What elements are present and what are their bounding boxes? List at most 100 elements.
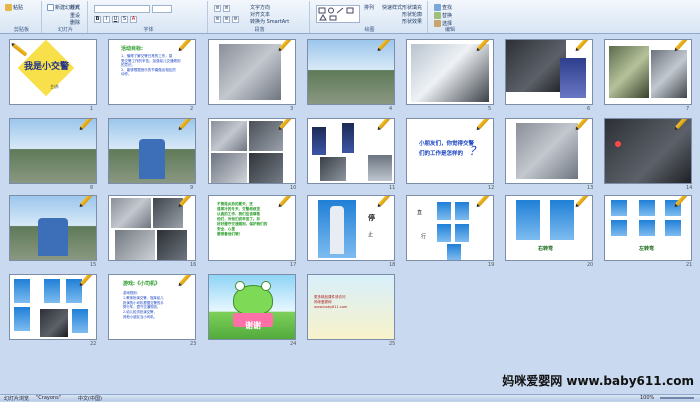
reset-button[interactable]: 重设 bbox=[70, 12, 80, 19]
gesture-photo bbox=[611, 200, 627, 216]
delete-button[interactable]: 删除 bbox=[70, 19, 80, 26]
slide-thumbnail-5[interactable] bbox=[406, 39, 494, 105]
paragraph-label: 段落 bbox=[254, 27, 265, 33]
pencil-icon bbox=[378, 196, 392, 207]
slide-thumbnail-10[interactable] bbox=[208, 118, 296, 184]
pencil-icon bbox=[477, 196, 491, 207]
slide-thumbnail-23[interactable]: 游戏:《小司机》 游戏规则: 1.教师扮演交警，指挥幼儿 扮演的小司机根据交警的… bbox=[108, 274, 196, 340]
zoom-level[interactable]: 100% bbox=[640, 395, 654, 401]
slide-thumbnail-7[interactable] bbox=[604, 39, 692, 105]
slide-subtitle: 主讲: bbox=[50, 84, 60, 89]
align-center-button[interactable]: ≡ bbox=[223, 16, 230, 23]
traffic-police-photo bbox=[219, 44, 281, 100]
numbering-button[interactable]: ≡ bbox=[223, 5, 230, 12]
replace-button[interactable]: 替换 bbox=[434, 12, 452, 19]
slide-thumbnail-1[interactable]: 我是小交警 主讲: bbox=[9, 39, 97, 105]
slide-thumbnail-15[interactable] bbox=[9, 195, 97, 261]
slides-label: 幻灯片 bbox=[57, 27, 73, 33]
pencil-icon bbox=[12, 43, 28, 57]
layout-button[interactable]: 版式 bbox=[70, 4, 80, 11]
traffic-police-photo bbox=[516, 123, 578, 179]
align-right-button[interactable]: ≡ bbox=[232, 16, 239, 23]
slide-thumbnail-13[interactable] bbox=[505, 118, 593, 184]
frog-eye bbox=[261, 281, 271, 291]
gesture-photo bbox=[455, 202, 469, 220]
gesture-photo bbox=[72, 309, 88, 333]
italic-button[interactable]: I bbox=[103, 16, 110, 23]
shape-effects-button[interactable]: 形状效果 bbox=[402, 18, 422, 25]
shapes-gallery-icon bbox=[318, 7, 354, 21]
align-text-button[interactable]: 对齐文本 bbox=[250, 11, 270, 18]
police-figure bbox=[330, 206, 344, 254]
pencil-icon bbox=[378, 119, 392, 130]
shape-outline-button[interactable]: 形状轮廓 bbox=[402, 11, 422, 18]
slide-thumbnail-6[interactable] bbox=[505, 39, 593, 105]
slide-number: 20 bbox=[587, 262, 594, 268]
police-figure bbox=[38, 218, 68, 256]
slide-number: 21 bbox=[686, 262, 693, 268]
bullets-button[interactable]: ≡ bbox=[214, 5, 221, 12]
font-name-combo[interactable] bbox=[94, 5, 150, 13]
slide-thumbnail-14[interactable] bbox=[604, 118, 692, 184]
theme-status: "Crayons" bbox=[36, 395, 62, 401]
slide-title: 游戏:《小司机》 bbox=[123, 281, 161, 287]
traffic-police-photo bbox=[320, 157, 346, 181]
shape-fill-button[interactable]: 形状填充 bbox=[402, 4, 422, 11]
traffic-police-photo bbox=[560, 58, 586, 98]
slide-thumbnail-20[interactable]: 右转弯 bbox=[505, 195, 593, 261]
slide-body: 1、懂得了解交警日常的工作，感 受交警工作的辛苦。加强幼儿交通规则 的意识。 2… bbox=[121, 54, 181, 76]
font-color-button[interactable]: A bbox=[130, 16, 137, 23]
gesture-label: 止 bbox=[368, 232, 374, 238]
shapes-gallery[interactable] bbox=[316, 5, 360, 23]
slide-thumbnail-22[interactable] bbox=[9, 274, 97, 340]
slide-thumbnail-3[interactable] bbox=[208, 39, 296, 105]
underline-button[interactable]: U bbox=[112, 16, 119, 23]
slide-thumbnail-16[interactable] bbox=[108, 195, 196, 261]
text-direction-button[interactable]: 文字方向 bbox=[250, 4, 270, 11]
slide-number: 19 bbox=[488, 262, 495, 268]
slide-thumbnail-25[interactable]: 更多精品课件请访问 妈咪爱婴网 www.baby611.com bbox=[307, 274, 395, 340]
paragraph-group: ≡ ≡ ≡ ≡ ≡ 文字方向 对齐文本 转换为 SmartArt 段落 bbox=[210, 1, 310, 33]
editing-label: 编辑 bbox=[444, 27, 455, 33]
slide-number: 5 bbox=[488, 106, 492, 112]
zoom-slider[interactable] bbox=[660, 397, 694, 399]
traffic-police-photo bbox=[308, 40, 394, 104]
traffic-police-photo bbox=[10, 119, 96, 183]
align-left-button[interactable]: ≡ bbox=[214, 16, 221, 23]
slide-thumbnail-8[interactable] bbox=[9, 118, 97, 184]
slide-number: 24 bbox=[290, 341, 297, 347]
gesture-photo bbox=[437, 224, 451, 242]
drawing-label: 绘图 bbox=[364, 27, 375, 33]
quick-styles-button[interactable]: 快速样式 bbox=[382, 4, 402, 11]
arrange-button[interactable]: 排列 bbox=[364, 4, 374, 11]
slide-number: 2 bbox=[190, 106, 194, 112]
slide-thumbnail-2[interactable]: 活动目标: 1、懂得了解交警日常的工作，感 受交警工作的辛苦。加强幼儿交通规则 … bbox=[108, 39, 196, 105]
slide-thumbnail-19[interactable]: 直 行 bbox=[406, 195, 494, 261]
gesture-photo bbox=[665, 220, 681, 236]
status-bar: 幻灯片浏览 "Crayons" 中文(中国) 100% bbox=[0, 394, 700, 402]
paste-button[interactable]: 粘贴 bbox=[5, 4, 23, 11]
strikethrough-button[interactable]: S bbox=[121, 16, 128, 23]
font-size-combo[interactable] bbox=[152, 5, 172, 13]
slide-thumbnail-21[interactable]: 左转弯 bbox=[604, 195, 692, 261]
slide-thumbnail-18[interactable]: 停 止 bbox=[307, 195, 395, 261]
bold-button[interactable]: B bbox=[94, 16, 101, 23]
traffic-police-photo bbox=[609, 46, 649, 98]
slide-thumbnail-11[interactable] bbox=[307, 118, 395, 184]
slide-number: 1 bbox=[90, 106, 94, 112]
traffic-police-photo bbox=[651, 50, 687, 98]
slide-thumbnail-9[interactable] bbox=[108, 118, 196, 184]
slide-sorter: 我是小交警 主讲: 1 活动目标: 1、懂得了解交警日常的工作，感 受交警工作的… bbox=[0, 34, 700, 394]
gesture-label: 行 bbox=[421, 234, 427, 240]
slide-thumbnail-12[interactable]: 小朋友们，你觉得交警 们的工作是怎样的 ？ bbox=[406, 118, 494, 184]
traffic-police-photo bbox=[115, 230, 155, 260]
slide-thumbnail-17[interactable]: 不管是炎热的夏天，还 是寒冷的冬天，交警叔叔坚 认真的工作，我们应该尊敬 他们，… bbox=[208, 195, 296, 261]
pencil-icon bbox=[576, 119, 590, 130]
gesture-photo bbox=[455, 224, 469, 242]
find-button[interactable]: 查找 bbox=[434, 4, 452, 11]
pencil-icon bbox=[576, 40, 590, 51]
smartart-button[interactable]: 转换为 SmartArt bbox=[250, 18, 289, 25]
editing-group: 查找 替换 选择 编辑 bbox=[430, 1, 470, 33]
slide-thumbnail-4[interactable] bbox=[307, 39, 395, 105]
slide-thumbnail-24[interactable]: 谢谢 bbox=[208, 274, 296, 340]
